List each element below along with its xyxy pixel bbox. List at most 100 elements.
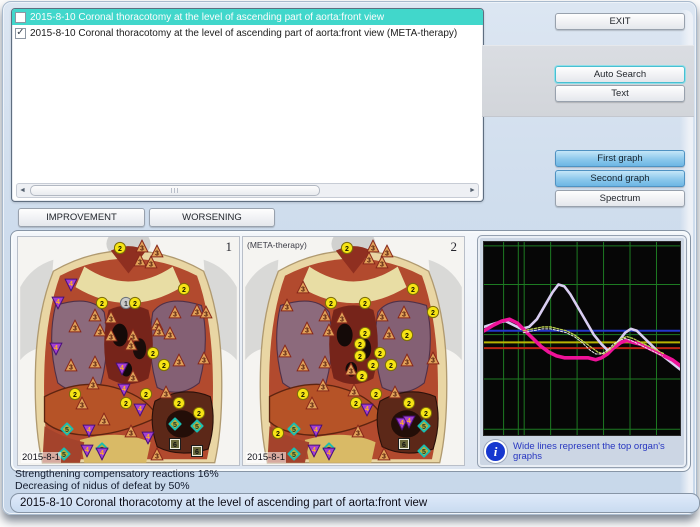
marker-triangle-up-3: 3	[322, 323, 336, 337]
marker-triangle-down-4: 4	[82, 424, 96, 438]
svg-text:3: 3	[138, 259, 142, 266]
marker-circle-2: 2	[420, 406, 433, 419]
svg-text:3: 3	[149, 262, 153, 269]
svg-text:4: 4	[122, 386, 126, 393]
marker-triangle-up-3: 3	[88, 355, 102, 369]
checkbox-icon[interactable]	[15, 11, 26, 23]
text-button[interactable]: Text	[555, 85, 685, 102]
scrollbar-thumb[interactable]	[30, 185, 320, 196]
marker-square-6: 6	[398, 438, 411, 451]
svg-text:2: 2	[363, 331, 367, 338]
svg-text:4: 4	[54, 345, 58, 352]
marker-diamond-5: 5	[190, 419, 204, 433]
marker-circle-2: 2	[140, 388, 153, 401]
marker-diamond-5: 5	[60, 422, 74, 436]
second-graph-button[interactable]: Second graph	[555, 170, 685, 187]
marker-circle-2: 2	[129, 297, 142, 310]
marker-triangle-up-3: 3	[64, 358, 78, 371]
svg-text:3: 3	[431, 358, 435, 365]
svg-text:3: 3	[140, 246, 144, 253]
image-index-label: 2	[450, 239, 458, 254]
svg-text:5: 5	[173, 422, 177, 429]
svg-text:2: 2	[405, 333, 409, 340]
svg-text:2: 2	[411, 287, 415, 294]
svg-text:5: 5	[195, 424, 199, 431]
marker-circle-2: 2	[369, 388, 382, 401]
svg-text:2: 2	[124, 401, 128, 408]
marker-triangle-up-3: 3	[347, 383, 360, 396]
marker-circle-2: 2	[356, 369, 369, 383]
svg-text:5: 5	[292, 426, 296, 433]
status-line-2: Decreasing of nidus of defeat by 50%	[15, 480, 190, 492]
svg-text:4: 4	[56, 299, 60, 306]
marker-triangle-down-4: 4	[307, 444, 321, 458]
improvement-button[interactable]: IMPROVEMENT	[18, 208, 145, 227]
svg-text:5: 5	[292, 451, 296, 458]
svg-text:3: 3	[74, 326, 78, 333]
svg-text:6: 6	[402, 442, 406, 449]
svg-text:3: 3	[129, 344, 133, 351]
graph-note-text: Wide lines represent the top organ's gra…	[513, 440, 665, 462]
anatomy-image-2[interactable]: 2333332322233333323232332223332223233222…	[242, 236, 465, 466]
svg-text:5: 5	[65, 426, 69, 433]
graph-canvas	[483, 241, 681, 436]
marker-triangle-up-3: 3	[335, 310, 349, 323]
auto-search-button[interactable]: Auto Search	[555, 66, 685, 83]
results-list[interactable]: 2015-8-10 Coronal thoracotomy at the lev…	[11, 8, 484, 202]
comparison-panel: 2333342421233333333333343233233433432222…	[10, 230, 691, 472]
svg-text:4: 4	[100, 449, 104, 456]
list-item-label: 2015-8-10 Coronal thoracotomy at the lev…	[30, 27, 458, 39]
marker-triangle-up-3: 3	[375, 255, 389, 269]
svg-text:3: 3	[305, 328, 309, 335]
svg-text:3: 3	[352, 389, 356, 396]
svg-text:3: 3	[109, 316, 113, 323]
anatomy-image-1[interactable]: 2333342421233333333333343233233433432222…	[17, 236, 240, 466]
scroll-right-icon[interactable]: ►	[467, 184, 478, 197]
svg-text:2: 2	[424, 410, 428, 417]
marker-triangle-up-3: 3	[400, 353, 414, 367]
scrollbar-grip-icon	[171, 188, 179, 193]
diagnostic-markers-layer: 2333332322233333323232332223332223233222…	[243, 237, 464, 465]
marker-triangle-up-3: 3	[126, 369, 140, 383]
worsening-button[interactable]: WORSENING	[149, 208, 275, 227]
marker-circle-2: 2	[173, 397, 186, 410]
list-item[interactable]: ✓ 2015-8-10 Coronal thoracotomy at the l…	[12, 25, 483, 41]
svg-text:3: 3	[356, 430, 360, 437]
footer-title-bar: 2015-8-10 Coronal thoracotomy at the lev…	[10, 493, 700, 513]
marker-triangle-up-3: 3	[86, 376, 100, 389]
marker-triangle-down-4: 4	[117, 383, 131, 397]
exit-button[interactable]: EXIT	[555, 13, 685, 30]
marker-triangle-up-3: 3	[300, 321, 314, 335]
svg-text:2: 2	[133, 301, 137, 308]
marker-triangle-down-4: 4	[322, 447, 336, 461]
list-item[interactable]: 2015-8-10 Coronal thoracotomy at the lev…	[12, 9, 483, 25]
svg-text:6: 6	[195, 449, 199, 456]
marker-circle-2: 2	[272, 426, 285, 440]
horizontal-scrollbar[interactable]: ◄ ►	[16, 183, 479, 198]
marker-triangle-up-3: 3	[278, 344, 292, 358]
first-graph-button[interactable]: First graph	[555, 150, 685, 167]
svg-text:3: 3	[102, 419, 106, 426]
status-line-1: Strengthening compensatory reactions 16%	[15, 468, 219, 480]
svg-text:3: 3	[164, 392, 168, 399]
svg-text:3: 3	[69, 364, 73, 371]
marker-triangle-up-3: 3	[135, 239, 149, 253]
scroll-left-icon[interactable]: ◄	[17, 184, 28, 197]
image-timestamp: 2015-8-1	[21, 452, 62, 463]
marker-circle-2: 2	[426, 306, 440, 319]
image-timestamp: 2015-8-1	[246, 452, 287, 463]
svg-text:4: 4	[87, 427, 91, 434]
svg-text:2: 2	[182, 287, 186, 294]
svg-text:3: 3	[202, 358, 206, 365]
svg-text:3: 3	[349, 369, 353, 376]
marker-triangle-up-3: 3	[318, 308, 332, 321]
marker-triangle-up-3: 3	[388, 385, 402, 399]
svg-text:3: 3	[323, 314, 327, 321]
spectrum-button[interactable]: Spectrum	[555, 190, 685, 207]
marker-circle-2: 2	[354, 349, 367, 362]
marker-circle-2: 2	[113, 242, 126, 255]
svg-text:2: 2	[354, 401, 358, 408]
svg-text:4: 4	[314, 427, 318, 434]
marker-triangle-down-4: 4	[49, 342, 63, 356]
checkbox-icon[interactable]: ✓	[15, 27, 26, 39]
